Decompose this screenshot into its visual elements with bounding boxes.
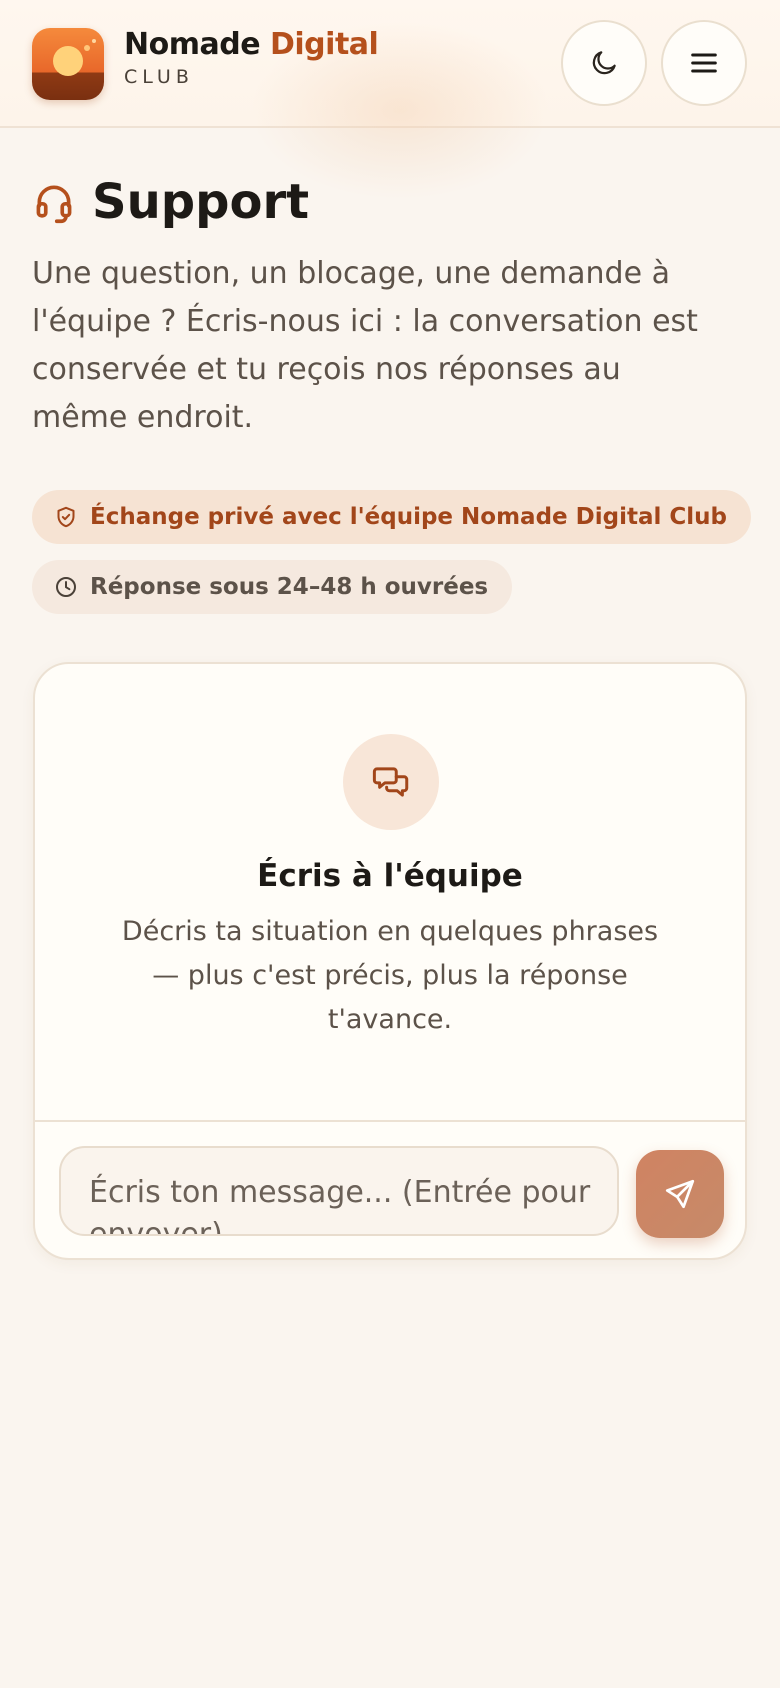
- chat-empty-icon: [343, 734, 439, 830]
- menu-icon: [691, 53, 717, 73]
- app-header: Nomade Digital CLUB: [0, 0, 780, 200]
- clock-icon: [56, 577, 76, 597]
- brand-name-accent: Digital: [270, 27, 379, 62]
- response-time-label: Réponse sous 24–48 h ouvrées: [90, 574, 489, 600]
- logo-dot: [84, 45, 90, 51]
- send-button[interactable]: [636, 1150, 724, 1238]
- moon-icon: [592, 51, 616, 75]
- chat-empty-text: Décris ta situation en quelques phrases …: [121, 916, 659, 1035]
- chat-card: Écris à l'équipe Décris ta situation en …: [33, 662, 747, 1260]
- logo-sun: [53, 46, 83, 76]
- privacy-badge-label: Échange privé avec l'équipe Nomade Digit…: [90, 504, 727, 530]
- page-heading: Support: [32, 178, 309, 226]
- chat-empty-title: Écris à l'équipe: [257, 858, 523, 894]
- shield-check-icon: [57, 506, 75, 528]
- page-intro: Une question, un blocage, une demande à …: [32, 256, 698, 435]
- logo-dot: [92, 39, 96, 43]
- headset-icon: [36, 185, 72, 224]
- brand-wordmark[interactable]: Nomade Digital CLUB: [124, 27, 379, 88]
- brand-subtitle: CLUB: [124, 66, 194, 88]
- message-input[interactable]: [59, 1146, 619, 1236]
- send-icon: [665, 1179, 695, 1209]
- chat-bubbles-icon: [372, 767, 409, 797]
- message-composer: [35, 1120, 745, 1258]
- brand-name-primary: Nomade: [124, 27, 261, 62]
- page-title: Support: [92, 174, 310, 230]
- menu-button[interactable]: [661, 20, 747, 106]
- theme-toggle-button[interactable]: [561, 20, 647, 106]
- privacy-badge: Échange privé avec l'équipe Nomade Digit…: [32, 490, 751, 544]
- brand-logo[interactable]: [32, 28, 104, 100]
- brand-name: Nomade Digital: [124, 27, 379, 62]
- response-time-badge: Réponse sous 24–48 h ouvrées: [32, 560, 513, 614]
